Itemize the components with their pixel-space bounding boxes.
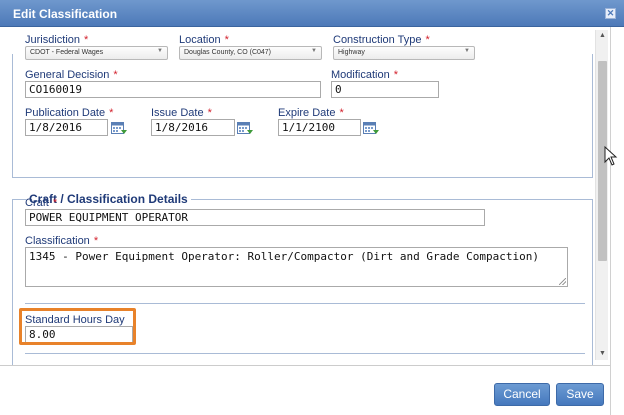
classification-label: Classification *	[25, 235, 99, 247]
general-decision-label: General Decision *	[25, 69, 118, 81]
classification-textarea[interactable]: 1345 - Power Equipment Operator: Roller/…	[25, 247, 568, 287]
chevron-down-icon: ▼	[311, 48, 317, 54]
expire-date-label: Expire Date *	[278, 107, 344, 119]
issue-date-input[interactable]: 1/8/2016	[151, 119, 235, 136]
calendar-icon[interactable]	[111, 121, 128, 135]
scroll-up-icon[interactable]: ▲	[596, 30, 609, 42]
modification-label: Modification *	[331, 69, 398, 81]
scroll-down-icon[interactable]: ▼	[596, 348, 609, 360]
publication-date-input[interactable]: 1/8/2016	[25, 119, 108, 136]
vertical-scrollbar[interactable]: ▲ ▼	[595, 30, 608, 360]
construction-type-label: Construction Type *	[333, 34, 430, 46]
calendar-icon[interactable]	[363, 121, 380, 135]
calendar-icon[interactable]	[237, 121, 254, 135]
craft-input[interactable]: POWER EQUIPMENT OPERATOR	[25, 209, 485, 226]
chevron-down-icon: ▼	[464, 48, 470, 54]
save-button[interactable]: Save	[556, 383, 604, 406]
expire-date-input[interactable]: 1/1/2100	[278, 119, 361, 136]
standard-hours-highlight	[19, 308, 136, 345]
location-select[interactable]: Douglas County, CO (C047) ▼	[179, 46, 322, 60]
resize-grip-icon[interactable]	[559, 278, 566, 285]
close-icon[interactable]: ✕	[605, 8, 616, 19]
classification-value: 1345 - Power Equipment Operator: Roller/…	[29, 250, 539, 263]
jurisdiction-select[interactable]: CDOT - Federal Wages ▼	[25, 46, 168, 60]
mouse-cursor-icon	[604, 146, 618, 166]
jurisdiction-label: Jurisdiction *	[25, 34, 89, 46]
section-divider	[25, 303, 585, 304]
publication-date-label: Publication Date *	[25, 107, 114, 119]
window-edge	[610, 27, 624, 415]
dialog-title: Edit Classification	[13, 7, 118, 21]
dialog-title-bar[interactable]: Edit Classification ✕	[0, 0, 624, 27]
craft-label: Craft *	[25, 197, 58, 209]
location-value: Douglas County, CO (C047)	[184, 49, 272, 56]
jurisdiction-value: CDOT - Federal Wages	[30, 49, 104, 56]
issue-date-label: Issue Date *	[151, 107, 212, 119]
location-label: Location *	[179, 34, 229, 46]
section-divider	[25, 353, 585, 354]
construction-type-value: Highway	[338, 49, 365, 56]
cancel-button[interactable]: Cancel	[494, 383, 550, 406]
modification-input[interactable]: 0	[331, 81, 439, 98]
construction-type-select[interactable]: Highway ▼	[333, 46, 475, 60]
general-decision-input[interactable]: CO160019	[25, 81, 321, 98]
chevron-down-icon: ▼	[157, 48, 163, 54]
